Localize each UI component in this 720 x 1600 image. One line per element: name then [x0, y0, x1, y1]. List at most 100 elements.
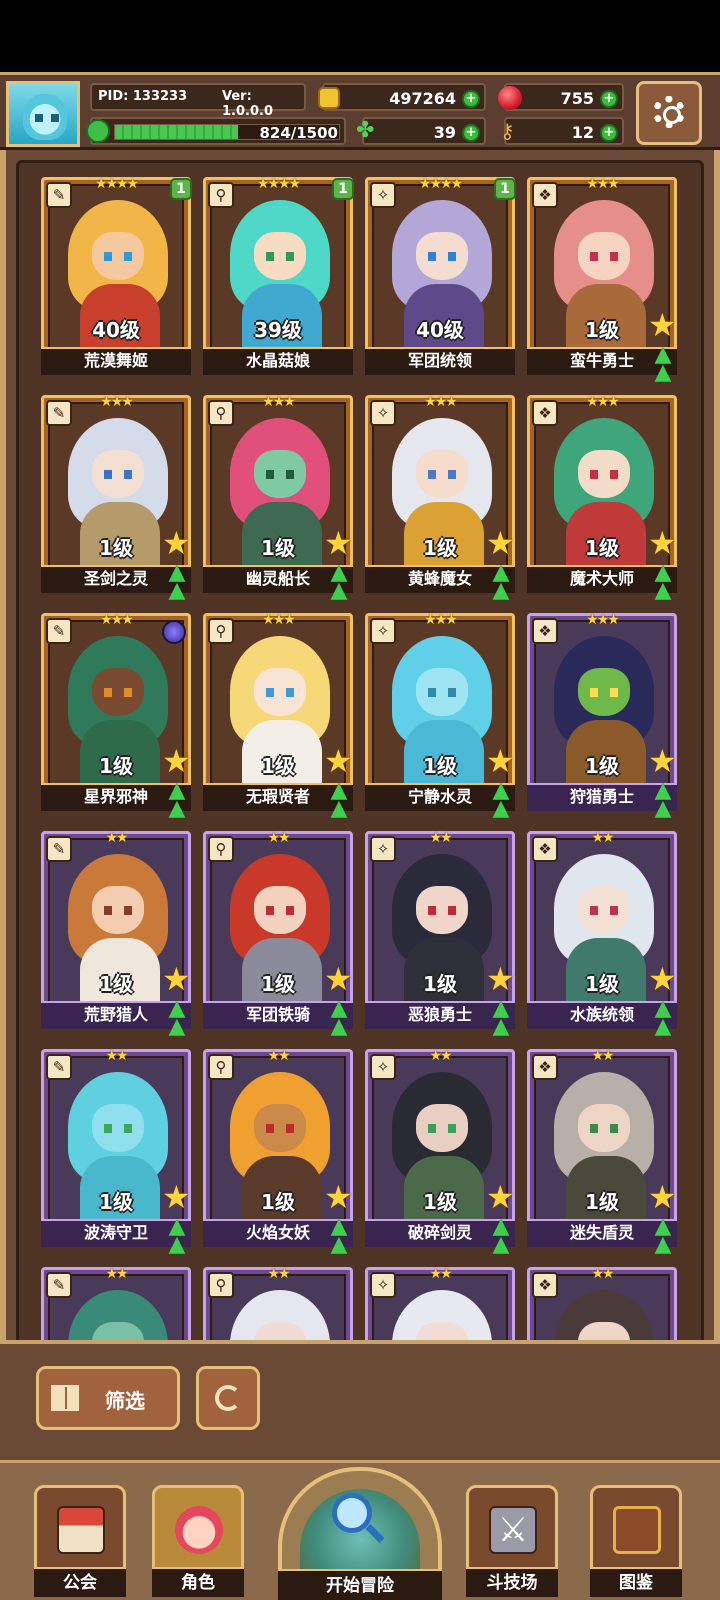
level-up-arrow-icon[interactable]: ▲ ▲	[486, 780, 516, 820]
character-card[interactable]: ✧ ★★★★ 1 40级 军团统领	[365, 176, 516, 375]
portrait-eye	[590, 1124, 598, 1133]
character-card[interactable]: ❖ ★★★ 1级 魔术大师 ★ ▲ ▲	[527, 394, 680, 602]
character-card[interactable]: ✧ ★★ 1级 破碎剑灵 ★ ▲ ▲	[365, 1048, 518, 1256]
portrait-eye	[286, 688, 294, 697]
level-up-arrow-icon[interactable]: ▲ ▲	[162, 780, 192, 820]
star-upgrade-icon[interactable]: ★	[486, 745, 518, 778]
level-up-arrow-icon[interactable]: ▲ ▲	[648, 998, 678, 1038]
level-up-arrow-icon[interactable]: ▲ ▲	[324, 780, 354, 820]
character-card[interactable]: ✧ ★★ 1级 恶狼勇士 ★ ▲ ▲	[365, 830, 518, 1038]
star-upgrade-icon[interactable]: ★	[324, 963, 356, 996]
character-card[interactable]: ✧ ★★★ 1级 黄蜂魔女 ★ ▲ ▲	[365, 394, 518, 602]
star-upgrade-icon[interactable]: ★	[162, 1181, 194, 1214]
star-upgrade-icon[interactable]: ★	[486, 1181, 518, 1214]
star-upgrade-icon[interactable]: ★	[324, 527, 356, 560]
refresh-icon	[215, 1385, 241, 1411]
level-up-arrow-icon[interactable]: ▲ ▲	[324, 1216, 354, 1256]
level-up-arrow-icon[interactable]: ▲ ▲	[486, 998, 516, 1038]
portrait-eye	[428, 688, 436, 697]
refresh-button[interactable]	[196, 1366, 260, 1430]
star-rating: ★★	[429, 1048, 452, 1064]
character-card[interactable]: ✎ ★★★ 1级 圣剑之灵 ★ ▲ ▲	[41, 394, 194, 602]
portrait-eye	[610, 688, 618, 697]
level-up-arrow-icon[interactable]: ▲ ▲	[486, 1216, 516, 1256]
nav-codex[interactable]: 图鉴	[590, 1485, 682, 1597]
add-clover-button[interactable]: +	[462, 124, 480, 142]
add-gold-button[interactable]: +	[462, 90, 480, 108]
star-upgrade-icon[interactable]: ★	[486, 527, 518, 560]
level-up-arrow-icon[interactable]: ▲ ▲	[162, 1216, 192, 1256]
level-up-arrow-icon[interactable]: ▲ ▲	[648, 344, 678, 384]
portrait-face	[578, 668, 630, 716]
level-up-arrow-icon[interactable]: ▲ ▲	[162, 998, 192, 1038]
character-card[interactable]: ❖ ★★ 1级 迷失盾灵 ★ ▲ ▲	[527, 1048, 680, 1256]
character-card[interactable]: ⚲ ★★★★ 1 39级 水晶菇娘	[203, 176, 354, 375]
character-card[interactable]: ❖ ★★★ 1级 狩猎勇士 ★ ▲ ▲	[527, 612, 680, 820]
character-card[interactable]: ✎ ★★ 1级 荒野猎人 ★ ▲ ▲	[41, 830, 194, 1038]
star-rating: ★★	[105, 1048, 128, 1064]
character-card[interactable]: ⚲ ★★ 1级 火焰女妖 ★ ▲ ▲	[203, 1048, 356, 1256]
level-up-arrow-icon[interactable]: ▲ ▲	[162, 562, 192, 602]
portrait-eye	[590, 906, 598, 915]
star-upgrade-icon[interactable]: ★	[648, 527, 680, 560]
character-card[interactable]: ✎ ★★ 1级 波涛守卫 ★ ▲ ▲	[41, 1048, 194, 1256]
level-up-arrow-icon[interactable]: ▲ ▲	[324, 998, 354, 1038]
crossed-swords-icon: ⚔	[489, 1506, 537, 1554]
upgrade-count-badge: 1	[494, 178, 516, 200]
add-gem-button[interactable]: +	[600, 90, 618, 108]
nav-arena[interactable]: ⚔ 斗技场	[466, 1485, 558, 1597]
star-rating: ★★	[105, 1266, 128, 1282]
character-card[interactable]: ⚲ ★★★ 1级 幽灵船长 ★ ▲ ▲	[203, 394, 356, 602]
character-card[interactable]: ❖ ★★ 1级 水族统领 ★ ▲ ▲	[527, 830, 680, 1038]
star-upgrade-icon[interactable]: ★	[162, 963, 194, 996]
character-card[interactable]: ❖ ★★★ 1级 蛮牛勇士 ★ ▲ ▲	[527, 176, 680, 384]
level-up-arrow-icon[interactable]: ▲ ▲	[648, 562, 678, 602]
nav-start-adventure[interactable]: 开始冒险	[278, 1467, 442, 1600]
top-status-bar: PID: 133233 Ver: 1.0.0.0 497264 + 755 + …	[0, 72, 720, 150]
level-up-arrow-icon[interactable]: ▲ ▲	[324, 562, 354, 602]
settings-button[interactable]	[636, 81, 702, 145]
star-upgrade-icon[interactable]: ★	[324, 745, 356, 778]
avatar-eye	[35, 114, 43, 122]
character-card[interactable]: ✎ ★★★ 1级 星界邪神 ★ ▲ ▲	[41, 612, 194, 820]
nav-guild[interactable]: 公会	[34, 1485, 126, 1597]
nav-character-label: 角色	[152, 1567, 244, 1597]
player-id: PID: 133233	[98, 89, 188, 104]
character-level: 40级	[416, 318, 464, 342]
character-card[interactable]: ⚲ ★★ 1级 军团铁骑 ★ ▲ ▲	[203, 830, 356, 1038]
star-upgrade-icon[interactable]: ★	[486, 963, 518, 996]
level-up-arrow-icon[interactable]: ▲ ▲	[648, 780, 678, 820]
star-rating: ★★★	[586, 612, 620, 628]
portrait-eye	[104, 252, 112, 261]
star-upgrade-icon[interactable]: ★	[648, 745, 680, 778]
filter-button[interactable]: 筛选	[36, 1366, 180, 1430]
portrait-face	[416, 1104, 468, 1152]
portrait-eye	[266, 252, 274, 261]
portrait-eye	[124, 1124, 132, 1133]
portrait-face	[92, 450, 144, 498]
star-upgrade-icon[interactable]: ★	[648, 1181, 680, 1214]
level-up-arrow-icon[interactable]: ▲ ▲	[486, 562, 516, 602]
character-card[interactable]: ✧ ★★★ 1级 宁静水灵 ★ ▲ ▲	[365, 612, 518, 820]
portrait-eye	[428, 1124, 436, 1133]
character-panel: ✎ ★★★★ 1 40级 荒漠舞姬 ⚲ ★★★★ 1 39级 水晶菇娘 ✧ ★★…	[0, 150, 720, 1465]
gear-icon	[653, 96, 685, 128]
star-upgrade-icon[interactable]: ★	[648, 309, 680, 342]
character-card[interactable]: ⚲ ★★★ 1级 无瑕贤者 ★ ▲ ▲	[203, 612, 356, 820]
star-upgrade-icon[interactable]: ★	[648, 963, 680, 996]
portrait-face	[92, 886, 144, 934]
character-card[interactable]: ✎ ★★★★ 1 40级 荒漠舞姬	[41, 176, 192, 375]
player-avatar[interactable]	[6, 81, 80, 147]
character-grid[interactable]: ✎ ★★★★ 1 40级 荒漠舞姬 ⚲ ★★★★ 1 39级 水晶菇娘 ✧ ★★…	[16, 160, 704, 1465]
player-info-box: PID: 133233 Ver: 1.0.0.0	[90, 83, 306, 119]
nav-character[interactable]: 角色	[152, 1485, 244, 1597]
level-up-arrow-icon[interactable]: ▲ ▲	[648, 1216, 678, 1256]
portrait-face	[416, 450, 468, 498]
star-rating: ★★	[267, 1266, 290, 1282]
star-upgrade-icon[interactable]: ★	[324, 1181, 356, 1214]
key-icon: ⚷	[500, 119, 515, 143]
portrait-face	[254, 232, 306, 280]
star-upgrade-icon[interactable]: ★	[162, 745, 194, 778]
add-key-button[interactable]: +	[600, 124, 618, 142]
star-upgrade-icon[interactable]: ★	[162, 527, 194, 560]
